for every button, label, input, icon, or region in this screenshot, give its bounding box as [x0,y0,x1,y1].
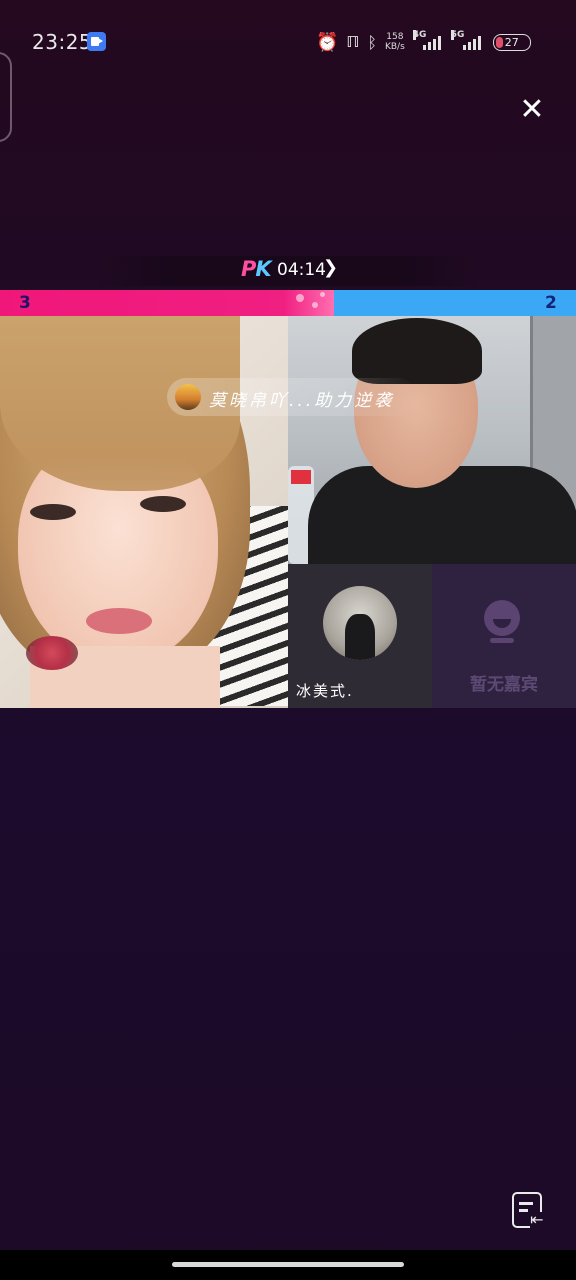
signal-icon: 4G [412,30,443,50]
network-speed-value: 158 [386,32,404,42]
pk-score-bar: 3 2 [0,290,576,316]
sim2-network-type: 5G [450,30,465,40]
sim1-network-type: 4G [412,30,427,40]
notes-icon[interactable]: ⇤ [510,1190,546,1230]
nfc-icon: ℿ [346,33,360,51]
empty-seat-label: 暂无嘉宾 [470,675,538,695]
pk-timer: 04:14 [277,260,326,280]
home-indicator[interactable] [172,1262,404,1267]
pk-score-right-fill [334,290,576,316]
status-icons: ⏰ ℿ ᛒ 158 KB/s 4G 5G 27 [316,28,531,56]
opponent-video[interactable] [288,316,576,564]
empty-guest-seat[interactable]: 暂无嘉宾 [432,564,576,708]
network-speed: 158 KB/s [385,32,405,52]
support-banner: 莫晓帛吖...助力逆袭 [167,378,417,416]
screen-record-icon [87,32,106,51]
bluetooth-icon: ᛒ [367,32,377,52]
avatar [175,384,201,410]
alarm-icon: ⏰ [316,31,339,53]
side-drawer-handle[interactable] [0,52,12,142]
pk-timer-bar[interactable]: PK 04:14 ❯ [96,256,480,286]
empty-seat-icon [484,600,520,643]
guest-name: 冰美式. [296,682,354,700]
pk-score-right: 2 [545,293,557,313]
chevron-right-icon: ❯ [323,257,339,278]
signal-icon: 5G [450,30,485,50]
guest-seat[interactable]: 冰美式. [288,564,432,708]
navigation-bar [0,1250,576,1280]
avatar [323,586,397,660]
battery-icon: 27 [492,33,531,51]
support-banner-text: 莫晓帛吖...助力逆袭 [209,391,395,411]
pk-score-left-fill [0,290,334,316]
battery-level: 27 [504,35,519,49]
host-video[interactable] [0,316,288,708]
pk-score-left: 3 [19,293,31,313]
close-icon[interactable]: ✕ [516,94,548,126]
status-time: 23:25 [32,30,93,54]
pk-logo: PK [241,257,272,281]
network-speed-unit: KB/s [384,42,405,52]
status-bar: 23:25 ⏰ ℿ ᛒ 158 KB/s 4G 5G 27 [0,0,576,80]
